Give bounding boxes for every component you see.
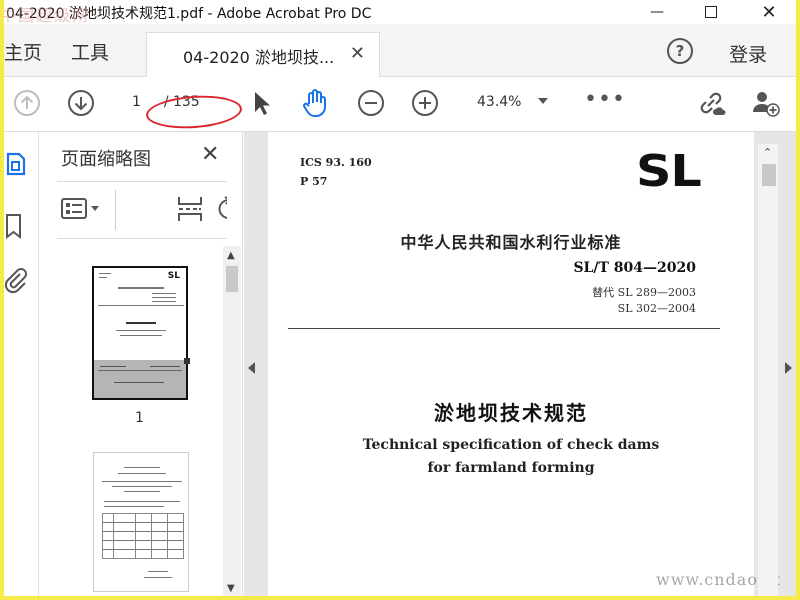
page-thumbnail[interactable]: SL [92,266,190,400]
doc-scroll-thumb[interactable] [762,164,776,186]
document-view[interactable]: ICS 93. 160 P 57 SL 中华人民共和国水利行业标准 SL/T 8… [260,132,780,596]
panel-toolbar [57,181,227,239]
scroll-up-icon[interactable]: ▲ [227,250,235,261]
pdf-page: ICS 93. 160 P 57 SL 中华人民共和国水利行业标准 SL/T 8… [268,132,754,596]
overlay-watermark: 中国超级网 [4,6,91,25]
login-button[interactable]: 登录 [729,40,767,67]
share-link-icon[interactable] [696,88,726,118]
page-current[interactable]: 1 [132,94,141,110]
replaces-line-1: 替代 SL 289—2003 [592,286,696,299]
panel-scroll-thumb[interactable] [226,266,238,292]
prev-page-icon[interactable] [12,88,42,118]
maximize-icon [705,6,717,18]
tab-close-icon[interactable]: ✕ [350,43,365,64]
zoom-dropdown-icon[interactable] [538,98,548,104]
bookmarks-icon[interactable] [4,212,26,246]
maximize-button[interactable] [688,0,734,24]
document-title-cn: 淤地坝技术规范 [434,401,588,425]
thumbnail-panel: 页面缩略图 ✕ SL 1 ▲ ▼ [39,132,243,596]
next-page-icon[interactable] [66,88,96,118]
collapse-right-icon[interactable] [785,362,792,374]
hand-tool-icon[interactable] [300,88,330,118]
title-bar: 04-2020 淤地坝技术规范1.pdf - Adobe Acrobat Pro… [4,0,796,25]
document-title-en-2: for farmland forming [427,460,595,476]
standard-category: 中华人民共和国水利行业标准 [400,233,622,252]
tab-document-label: 04-2020 淤地坝技... [183,48,335,67]
doc-scroll-up-icon[interactable]: ⌃ [763,146,772,159]
minimize-button[interactable]: — [634,0,680,24]
right-collapse-strip[interactable] [780,132,796,596]
page-thumbnails-icon[interactable] [4,150,28,184]
document-title-en-1: Technical specification of check dams [362,437,660,453]
thumbnail-options-icon[interactable] [61,197,101,225]
sl-logo: SL [636,146,702,197]
page-thumbnail[interactable] [93,452,189,592]
rotate-page-icon[interactable] [215,196,227,226]
thumbnail-resize-handle[interactable] [184,358,190,364]
header-rule [288,328,720,329]
panel-close-icon[interactable]: ✕ [201,142,219,167]
select-cursor-icon[interactable] [246,88,276,118]
panel-title: 页面缩略图 [61,149,151,170]
zoom-level-field[interactable]: 43.4% [477,94,521,110]
classification-code: P 57 [300,175,328,188]
left-collapse-strip[interactable] [244,132,260,596]
tab-bar: 主页 工具 04-2020 淤地坝技... ✕ ? 登录 [4,24,796,77]
tab-home[interactable]: 主页 [4,38,42,65]
left-nav-rail [4,132,39,596]
standard-number: SL/T 804—2020 [573,260,696,276]
panel-scrollbar[interactable]: ▲ ▼ [223,246,241,596]
tab-document[interactable]: 04-2020 淤地坝技... ✕ [146,32,380,77]
more-tools-icon[interactable]: ••• [584,87,626,112]
collapse-left-icon[interactable] [248,362,255,374]
scroll-down-icon[interactable]: ▼ [227,583,235,594]
help-icon[interactable]: ? [667,38,693,64]
thumbnail-list: SL 1 [39,246,223,596]
toolbar: 1 / 135 43.4% ••• [4,77,796,132]
extract-pages-icon[interactable] [177,194,203,228]
replaces-line-2: SL 302—2004 [617,302,696,315]
vertical-divider [115,190,116,230]
thumbnail-page-number: 1 [135,410,144,426]
thumbnail-footer [94,360,186,398]
document-scrollbar[interactable]: ⌃ [758,144,778,596]
add-user-icon[interactable] [750,88,780,118]
ics-code: ICS 93. 160 [300,156,372,169]
tab-tools[interactable]: 工具 [71,38,109,65]
close-window-button[interactable]: ✕ [746,0,792,24]
acrobat-window: 04-2020 淤地坝技术规范1.pdf - Adobe Acrobat Pro… [4,0,796,596]
zoom-in-icon[interactable] [410,88,440,118]
attachments-icon[interactable] [4,266,28,300]
zoom-out-icon[interactable] [356,88,386,118]
